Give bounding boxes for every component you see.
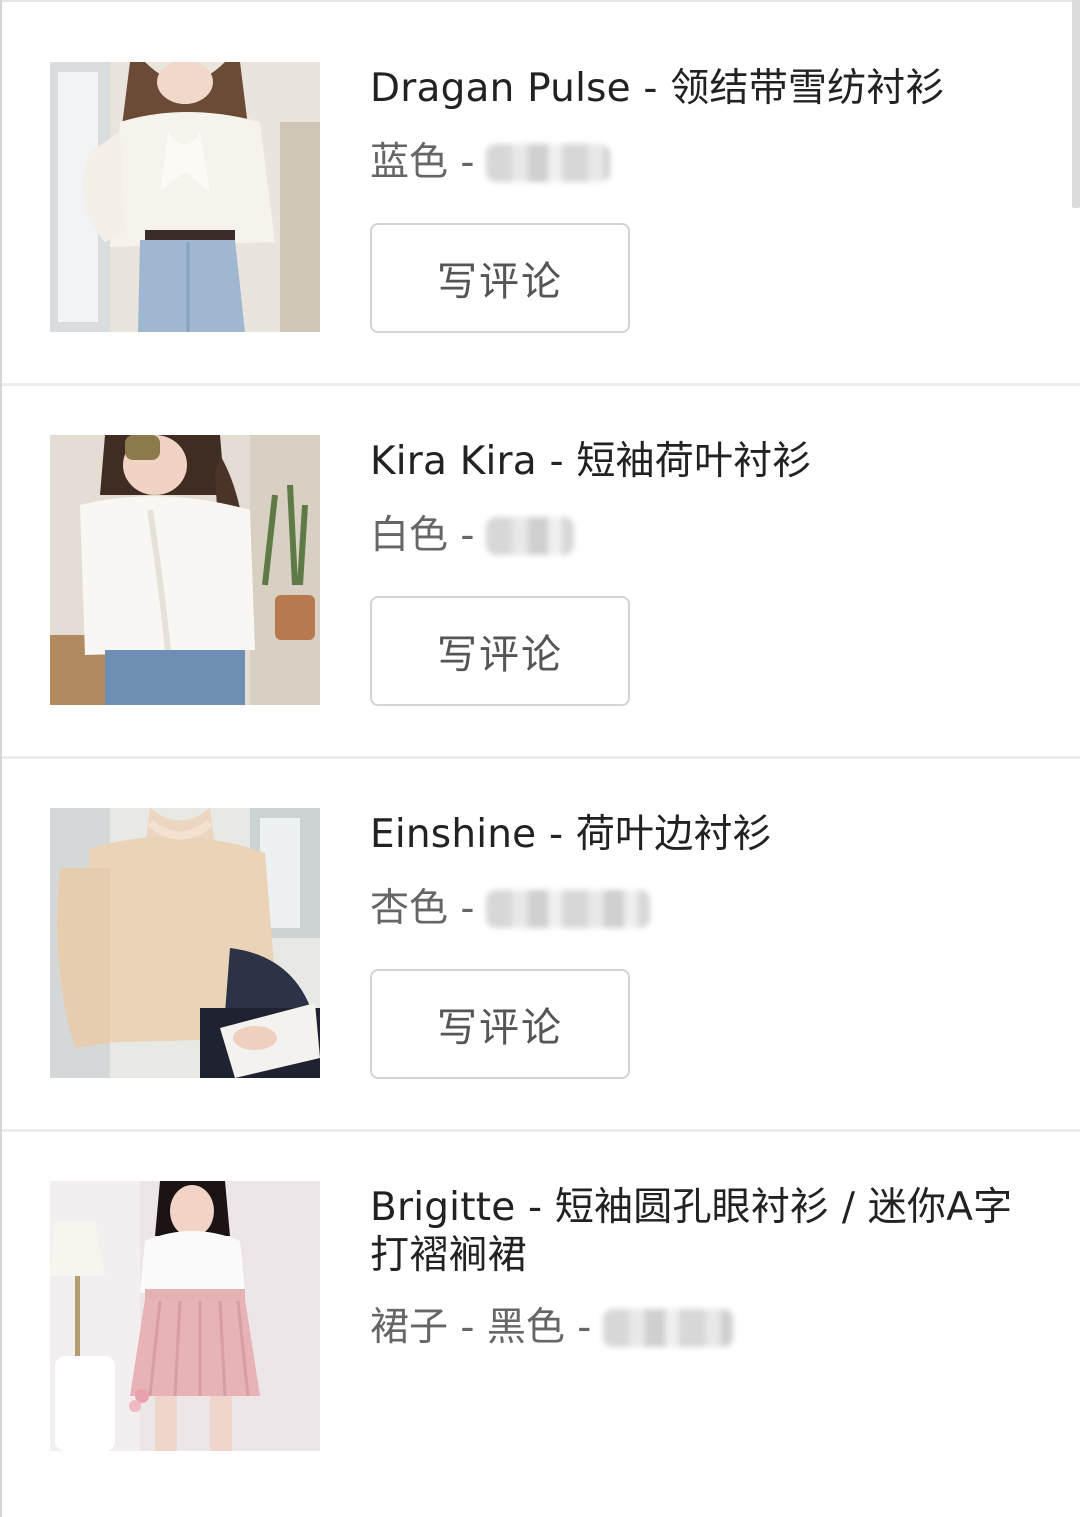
redacted-size-1: [486, 144, 611, 182]
product-image-4[interactable]: [50, 1181, 320, 1451]
variant-text-1: 蓝色 -: [370, 140, 475, 185]
item-divider-2: [2, 756, 1080, 759]
product-title-3[interactable]: Einshine - 荷叶边衬衫: [370, 811, 1040, 859]
product-title-1[interactable]: Dragan Pulse - 领结带雪纺衬衫: [370, 65, 1040, 113]
product-image-1[interactable]: [50, 62, 320, 332]
item-divider-1: [2, 383, 1080, 386]
variant-text-4: 裙子 - 黑色 -: [370, 1305, 592, 1350]
redacted-size-3: [486, 890, 651, 928]
write-review-button-2[interactable]: 写评论: [370, 596, 630, 706]
order-review-list: Dragan Pulse - 领结带雪纺衬衫 蓝色 - 写评论 Kira Kir…: [0, 0, 1080, 1517]
product-image-3[interactable]: [50, 808, 320, 1078]
product-variant-3: 杏色 -: [370, 885, 651, 933]
redacted-size-4: [603, 1309, 734, 1347]
variant-text-2: 白色 -: [370, 513, 475, 558]
product-image-2[interactable]: [50, 435, 320, 705]
redacted-size-2: [486, 517, 575, 555]
top-divider: [2, 0, 1080, 2]
write-review-button-3[interactable]: 写评论: [370, 969, 630, 1079]
write-review-button-1[interactable]: 写评论: [370, 223, 630, 333]
product-title-2[interactable]: Kira Kira - 短袖荷叶衬衫: [370, 438, 1040, 486]
product-variant-2: 白色 -: [370, 512, 575, 560]
product-variant-4: 裙子 - 黑色 -: [370, 1304, 734, 1352]
item-divider-3: [2, 1129, 1080, 1132]
scrollbar[interactable]: [1072, 0, 1080, 208]
product-title-4[interactable]: Brigitte - 短袖圆孔眼衬衫 / 迷你A字打褶裥裙: [370, 1184, 1040, 1280]
product-variant-1: 蓝色 -: [370, 139, 611, 187]
variant-text-3: 杏色 -: [370, 886, 475, 931]
